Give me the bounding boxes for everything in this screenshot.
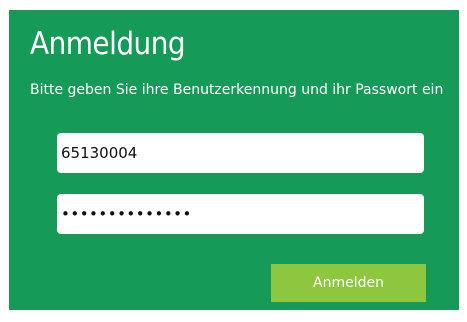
- login-instructions: Bitte geben Sie ihre Benutzerkennung und…: [30, 82, 444, 98]
- page-title: Anmeldung: [30, 26, 186, 62]
- login-panel: Anmeldung Bitte geben Sie ihre Benutzerk…: [9, 10, 459, 310]
- password-input[interactable]: [57, 194, 424, 234]
- login-button[interactable]: Anmelden: [271, 264, 426, 302]
- username-input[interactable]: [57, 133, 424, 173]
